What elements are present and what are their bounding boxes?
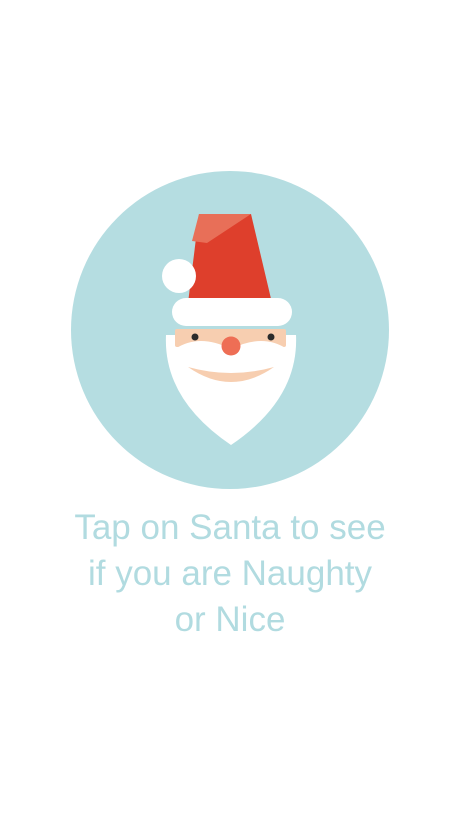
santa-button[interactable] — [71, 171, 389, 489]
instruction-text: Tap on Santa to see if you are Naughty o… — [74, 508, 386, 639]
app-screen: Tap on Santa to see if you are Naughty o… — [0, 0, 460, 818]
santa-face-icon — [71, 171, 389, 489]
